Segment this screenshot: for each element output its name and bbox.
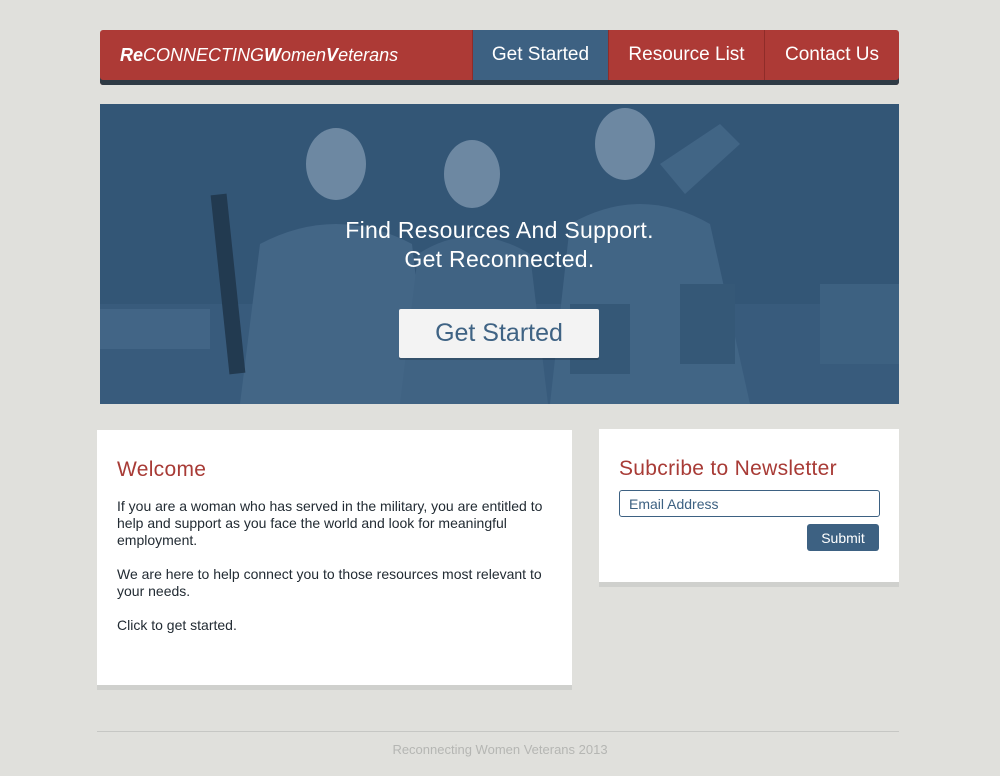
newsletter-title: Subcribe to Newsletter [619, 457, 837, 480]
logo-connecting: CONNECTING [143, 44, 265, 65]
hero-banner: Find Resources And Support. Get Reconnec… [100, 104, 899, 404]
hero-headline-line2: Get Reconnected. [404, 246, 595, 272]
welcome-paragraph-3: Click to get started. [117, 617, 237, 633]
newsletter-panel: Subcribe to Newsletter Submit [599, 429, 899, 587]
nav-get-started[interactable]: Get Started [473, 30, 609, 80]
footer-divider [97, 731, 899, 732]
welcome-title: Welcome [117, 458, 207, 481]
welcome-paragraph-1: If you are a woman who has served in the… [117, 498, 543, 548]
nav-contact-us[interactable]: Contact Us [765, 30, 899, 80]
footer-copyright: Reconnecting Women Veterans 2013 [392, 742, 608, 757]
nav-resource-list[interactable]: Resource List [609, 30, 765, 80]
logo-eterans: eterans [338, 44, 399, 65]
hero-headline: Find Resources And Support. Get Reconnec… [100, 216, 899, 274]
logo-w: W [264, 44, 282, 65]
main-nav: Re CONNECTING Women Veterans Get Started R… [100, 30, 899, 85]
welcome-panel: Welcome If you are a woman who has serve… [97, 430, 572, 690]
submit-button[interactable]: Submit [807, 524, 879, 551]
site-logo[interactable]: Re CONNECTING Women Veterans [100, 30, 473, 80]
welcome-paragraph-2: We are here to help connect you to those… [117, 566, 542, 599]
hero-get-started-button[interactable]: Get Started [399, 309, 599, 358]
logo-v: V [326, 44, 339, 65]
email-field[interactable] [619, 490, 880, 517]
logo-omen: omen [281, 44, 327, 65]
logo-re: Re [120, 44, 144, 65]
hero-headline-line1: Find Resources And Support. [345, 217, 654, 243]
